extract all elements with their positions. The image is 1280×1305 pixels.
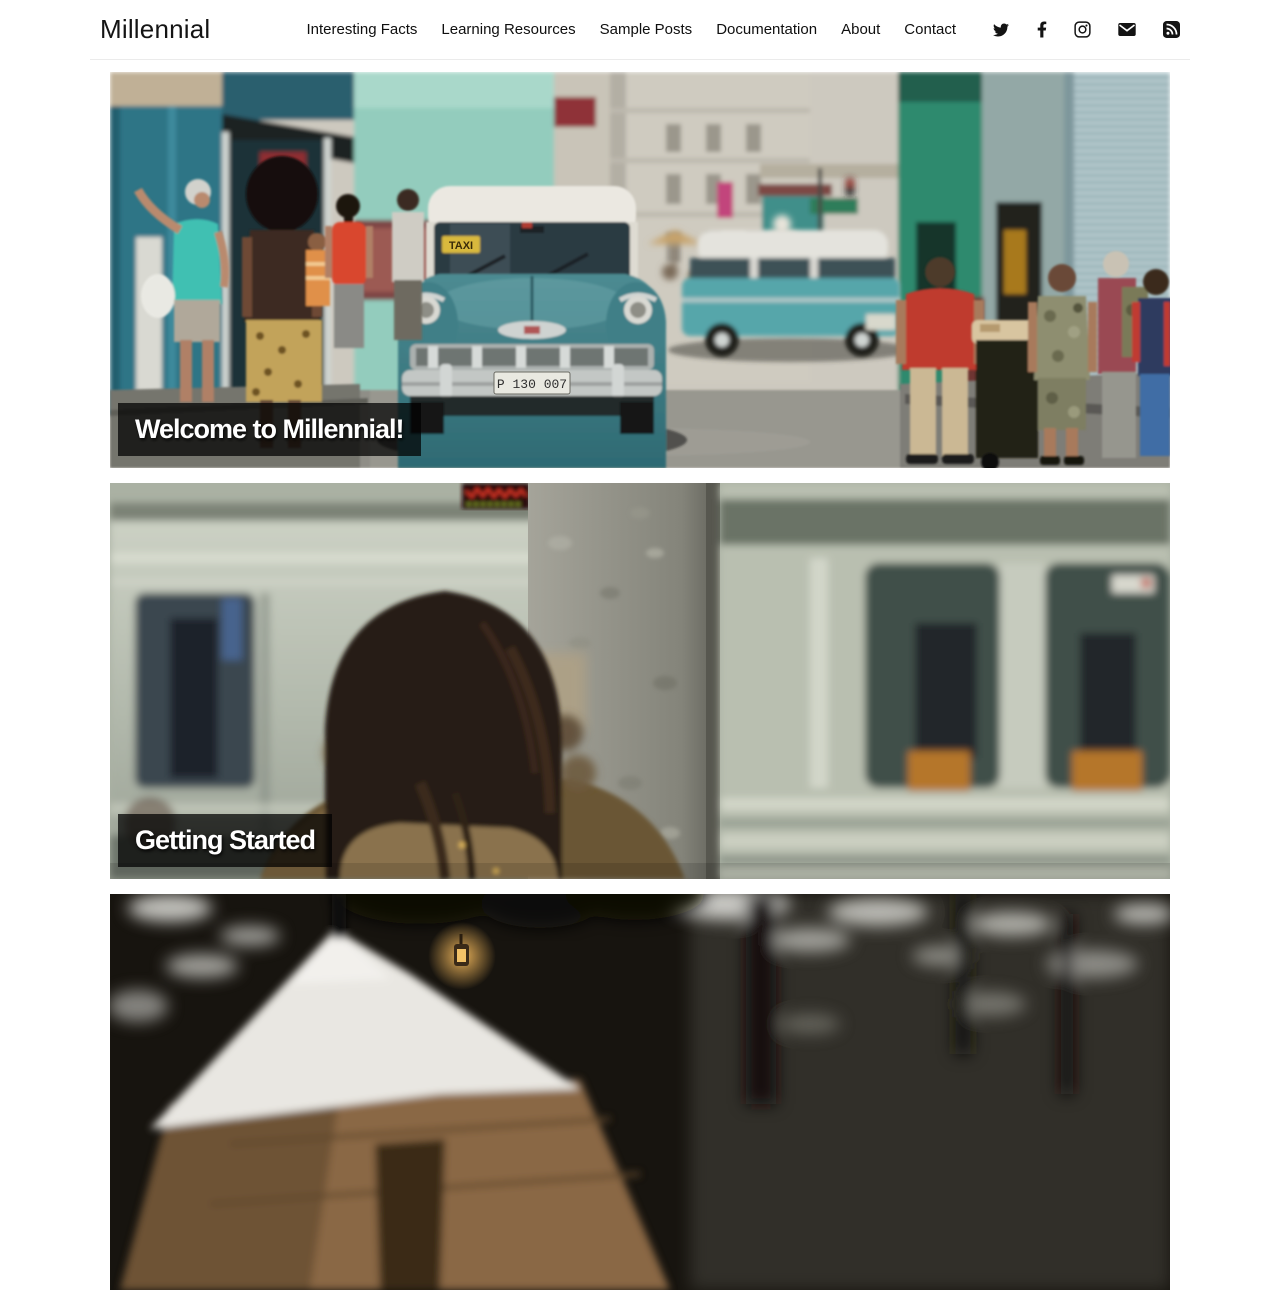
right-train xyxy=(720,483,1170,879)
license-plate-text: P 130 007 xyxy=(497,377,567,392)
social-links xyxy=(965,21,1180,38)
twitter-icon xyxy=(992,22,1010,38)
post-title-overlay[interactable]: Getting Started xyxy=(118,814,332,867)
email-link[interactable] xyxy=(1118,22,1136,37)
site-header: Millennial Interesting Facts Learning Re… xyxy=(90,0,1190,60)
nav-item-documentation[interactable]: Documentation xyxy=(716,21,817,38)
post-title-overlay[interactable]: Welcome to Millennial! xyxy=(118,403,421,456)
post-feed: TAXI P 130 007 xyxy=(110,60,1170,1290)
twitter-link[interactable] xyxy=(992,22,1010,38)
second-classic-car xyxy=(668,230,912,362)
post-card-getting-started[interactable]: Getting Started xyxy=(110,483,1170,879)
post-card-welcome[interactable]: TAXI P 130 007 xyxy=(110,72,1170,468)
instagram-link[interactable] xyxy=(1074,21,1091,38)
site-title[interactable]: Millennial xyxy=(100,14,210,45)
rss-link[interactable] xyxy=(1163,21,1180,38)
nav-item-interesting-facts[interactable]: Interesting Facts xyxy=(307,21,418,38)
instagram-icon xyxy=(1074,21,1091,38)
facebook-link[interactable] xyxy=(1037,21,1047,38)
post-card-snow-tent[interactable] xyxy=(110,894,1170,1290)
facebook-icon xyxy=(1037,21,1047,38)
led-destination-sign xyxy=(462,483,530,509)
hero-image-snow-tent[interactable] xyxy=(110,894,1170,1290)
nav-item-contact[interactable]: Contact xyxy=(904,21,956,38)
envelope-icon xyxy=(1118,22,1136,37)
rss-icon xyxy=(1163,21,1180,38)
nav-item-about[interactable]: About xyxy=(841,21,880,38)
nav-item-sample-posts[interactable]: Sample Posts xyxy=(600,21,693,38)
taxi-sign-text: TAXI xyxy=(449,240,473,252)
main-nav: Interesting Facts Learning Resources Sam… xyxy=(283,21,1181,38)
lantern xyxy=(428,922,496,990)
nav-item-learning-resources[interactable]: Learning Resources xyxy=(441,21,575,38)
